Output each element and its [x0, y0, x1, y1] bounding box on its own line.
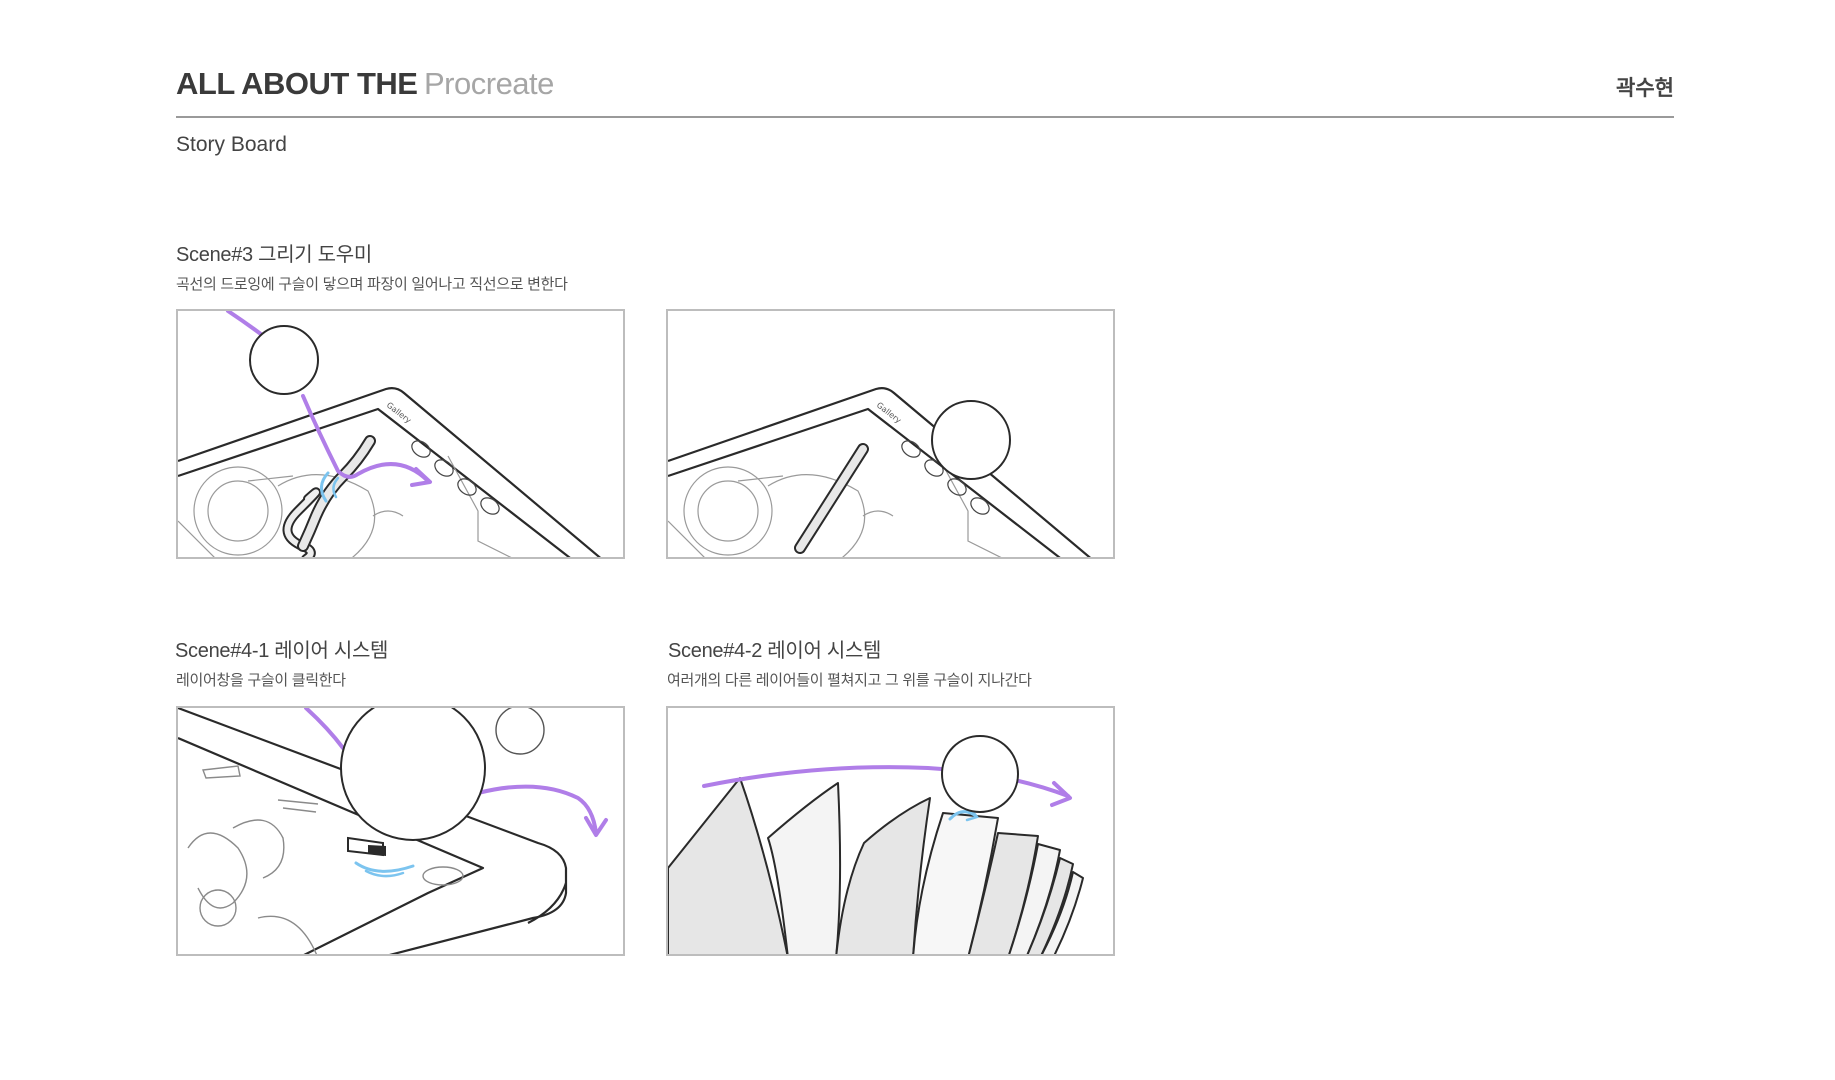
scene-3-description: 곡선의 드로잉에 구슬이 닿으며 파장이 일어나고 직선으로 변한다 — [176, 276, 568, 293]
storyboard-frame-scene-4-2 — [666, 706, 1115, 956]
scene-3-title: Scene#3 그리기 도우미 — [176, 244, 372, 266]
title-light: Procreate — [424, 66, 554, 101]
storyboard-frame-scene-3-b: Gallery — [666, 309, 1115, 559]
author-name: 곽수현 — [1616, 77, 1674, 100]
scene-4-2-title: Scene#4-2 레이어 시스템 — [668, 640, 882, 662]
storyboard-frame-scene-4-1 — [176, 706, 625, 956]
tablet-gallery-label: Gallery — [875, 400, 903, 425]
scene-4-2-illustration — [668, 735, 1084, 954]
scene-4-2-description: 여러개의 다른 레이어들이 펼쳐지고 그 위를 구슬이 지나간다 — [667, 672, 1032, 689]
scene-3-a-illustration: Gallery — [178, 311, 601, 557]
page-header: ALL ABOUT THE Procreate 곽수현 — [176, 62, 1674, 118]
scene-4-1-title: Scene#4-1 레이어 시스템 — [175, 640, 389, 662]
page-subtitle: Story Board — [176, 133, 287, 156]
scene-3-b-illustration: Gallery — [668, 387, 1091, 557]
scene-4-1-description: 레이어창을 구슬이 클릭한다 — [176, 672, 346, 689]
title-bold: ALL ABOUT THE — [176, 66, 418, 101]
tablet-gallery-label: Gallery — [385, 400, 413, 425]
scene-4-1-illustration — [178, 708, 608, 954]
storyboard-frame-scene-3-a: Gallery — [176, 309, 625, 559]
